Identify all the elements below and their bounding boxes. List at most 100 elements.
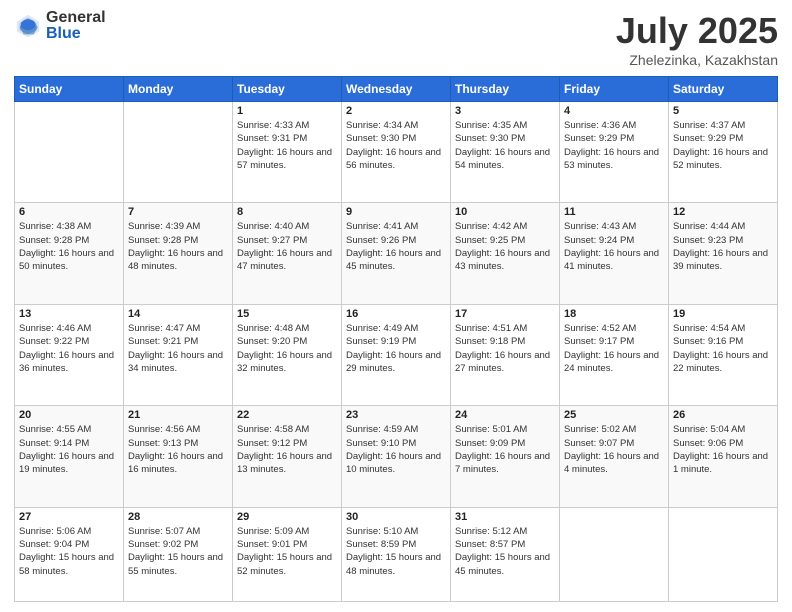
calendar-cell: 4 Sunrise: 4:36 AM Sunset: 9:29 PM Daylig… [560,102,669,203]
day-info: Sunrise: 5:10 AM Sunset: 8:59 PM Dayligh… [346,525,446,578]
calendar-cell [15,102,124,203]
day-number: 28 [128,511,228,523]
calendar-cell [669,507,778,601]
day-number: 27 [19,511,119,523]
day-info: Sunrise: 4:41 AM Sunset: 9:26 PM Dayligh… [346,220,446,273]
day-number: 21 [128,409,228,421]
calendar-cell: 14Sunrise: 4:47 AM Sunset: 9:21 PM Dayli… [124,304,233,405]
week-row-5: 27 Sunrise: 5:06 AM Sunset: 9:04 PM Dayli… [15,507,778,601]
day-number: 7 [128,206,228,218]
calendar-cell [124,102,233,203]
day-number: 5 [673,105,773,117]
calendar-cell: 2 Sunrise: 4:34 AM Sunset: 9:30 PM Daylig… [342,102,451,203]
day-info: Sunrise: 4:37 AM Sunset: 9:29 PM Dayligh… [673,119,773,172]
week-row-3: 13Sunrise: 4:46 AM Sunset: 9:22 PM Dayli… [15,304,778,405]
week-row-2: 6Sunrise: 4:38 AM Sunset: 9:28 PM Daylig… [15,203,778,304]
day-number: 25 [564,409,664,421]
calendar-cell: 30 Sunrise: 5:10 AM Sunset: 8:59 PM Dayli… [342,507,451,601]
calendar-cell: 16Sunrise: 4:49 AM Sunset: 9:19 PM Dayli… [342,304,451,405]
day-number: 3 [455,105,555,117]
day-number: 13 [19,308,119,320]
day-number: 24 [455,409,555,421]
day-number: 2 [346,105,446,117]
day-number: 8 [237,206,337,218]
calendar-cell: 31 Sunrise: 5:12 AM Sunset: 8:57 PM Dayli… [451,507,560,601]
day-number: 26 [673,409,773,421]
day-info: Sunrise: 4:56 AM Sunset: 9:13 PM Dayligh… [128,423,228,476]
day-info: Sunrise: 4:43 AM Sunset: 9:24 PM Dayligh… [564,220,664,273]
day-info: Sunrise: 5:06 AM Sunset: 9:04 PM Dayligh… [19,525,119,578]
column-header-sunday: Sunday [15,77,124,102]
column-header-wednesday: Wednesday [342,77,451,102]
day-info: Sunrise: 4:33 AM Sunset: 9:31 PM Dayligh… [237,119,337,172]
calendar-cell: 17Sunrise: 4:51 AM Sunset: 9:18 PM Dayli… [451,304,560,405]
day-number: 30 [346,511,446,523]
day-number: 31 [455,511,555,523]
day-number: 19 [673,308,773,320]
day-info: Sunrise: 4:47 AM Sunset: 9:21 PM Dayligh… [128,322,228,375]
day-number: 4 [564,105,664,117]
calendar-cell: 6Sunrise: 4:38 AM Sunset: 9:28 PM Daylig… [15,203,124,304]
column-header-friday: Friday [560,77,669,102]
calendar-cell: 8Sunrise: 4:40 AM Sunset: 9:27 PM Daylig… [233,203,342,304]
calendar-cell [560,507,669,601]
logo-text: General Blue [46,10,106,42]
calendar-cell: 29 Sunrise: 5:09 AM Sunset: 9:01 PM Dayli… [233,507,342,601]
day-info: Sunrise: 4:59 AM Sunset: 9:10 PM Dayligh… [346,423,446,476]
day-number: 11 [564,206,664,218]
day-info: Sunrise: 4:34 AM Sunset: 9:30 PM Dayligh… [346,119,446,172]
day-number: 10 [455,206,555,218]
day-info: Sunrise: 5:04 AM Sunset: 9:06 PM Dayligh… [673,423,773,476]
calendar-cell: 24 Sunrise: 5:01 AM Sunset: 9:09 PM Dayli… [451,406,560,507]
week-row-4: 20 Sunrise: 4:55 AM Sunset: 9:14 PM Dayli… [15,406,778,507]
day-number: 18 [564,308,664,320]
calendar-cell: 3 Sunrise: 4:35 AM Sunset: 9:30 PM Daylig… [451,102,560,203]
day-info: Sunrise: 4:44 AM Sunset: 9:23 PM Dayligh… [673,220,773,273]
logo-blue-text: Blue [46,26,106,42]
logo-general-text: General [46,10,106,26]
calendar-cell: 9 Sunrise: 4:41 AM Sunset: 9:26 PM Daylig… [342,203,451,304]
day-info: Sunrise: 4:36 AM Sunset: 9:29 PM Dayligh… [564,119,664,172]
logo-icon [14,12,42,40]
day-info: Sunrise: 4:52 AM Sunset: 9:17 PM Dayligh… [564,322,664,375]
calendar-cell: 25Sunrise: 5:02 AM Sunset: 9:07 PM Dayli… [560,406,669,507]
calendar-cell: 10 Sunrise: 4:42 AM Sunset: 9:25 PM Dayli… [451,203,560,304]
calendar-cell: 22 Sunrise: 4:58 AM Sunset: 9:12 PM Dayli… [233,406,342,507]
day-info: Sunrise: 5:07 AM Sunset: 9:02 PM Dayligh… [128,525,228,578]
calendar-cell: 5 Sunrise: 4:37 AM Sunset: 9:29 PM Daylig… [669,102,778,203]
column-header-saturday: Saturday [669,77,778,102]
day-info: Sunrise: 4:58 AM Sunset: 9:12 PM Dayligh… [237,423,337,476]
day-info: Sunrise: 4:55 AM Sunset: 9:14 PM Dayligh… [19,423,119,476]
day-info: Sunrise: 5:09 AM Sunset: 9:01 PM Dayligh… [237,525,337,578]
day-number: 9 [346,206,446,218]
day-info: Sunrise: 4:49 AM Sunset: 9:19 PM Dayligh… [346,322,446,375]
calendar-cell: 21 Sunrise: 4:56 AM Sunset: 9:13 PM Dayli… [124,406,233,507]
calendar-cell: 19Sunrise: 4:54 AM Sunset: 9:16 PM Dayli… [669,304,778,405]
day-info: Sunrise: 4:48 AM Sunset: 9:20 PM Dayligh… [237,322,337,375]
day-number: 6 [19,206,119,218]
header: General Blue July 2025 Zhelezinka, Kazak… [14,10,778,68]
day-info: Sunrise: 5:12 AM Sunset: 8:57 PM Dayligh… [455,525,555,578]
calendar-cell: 18 Sunrise: 4:52 AM Sunset: 9:17 PM Dayli… [560,304,669,405]
page: General Blue July 2025 Zhelezinka, Kazak… [0,0,792,612]
calendar-cell: 20 Sunrise: 4:55 AM Sunset: 9:14 PM Dayli… [15,406,124,507]
column-header-thursday: Thursday [451,77,560,102]
day-info: Sunrise: 4:35 AM Sunset: 9:30 PM Dayligh… [455,119,555,172]
day-number: 29 [237,511,337,523]
calendar-cell: 15Sunrise: 4:48 AM Sunset: 9:20 PM Dayli… [233,304,342,405]
calendar-cell: 23Sunrise: 4:59 AM Sunset: 9:10 PM Dayli… [342,406,451,507]
week-row-1: 1 Sunrise: 4:33 AM Sunset: 9:31 PM Daylig… [15,102,778,203]
day-info: Sunrise: 5:01 AM Sunset: 9:09 PM Dayligh… [455,423,555,476]
day-number: 22 [237,409,337,421]
calendar-cell: 11 Sunrise: 4:43 AM Sunset: 9:24 PM Dayli… [560,203,669,304]
main-title: July 2025 [616,10,778,52]
day-number: 20 [19,409,119,421]
day-number: 1 [237,105,337,117]
calendar-cell: 7Sunrise: 4:39 AM Sunset: 9:28 PM Daylig… [124,203,233,304]
logo: General Blue [14,10,106,42]
calendar-cell: 12Sunrise: 4:44 AM Sunset: 9:23 PM Dayli… [669,203,778,304]
day-info: Sunrise: 4:42 AM Sunset: 9:25 PM Dayligh… [455,220,555,273]
title-section: July 2025 Zhelezinka, Kazakhstan [616,10,778,68]
calendar-cell: 27 Sunrise: 5:06 AM Sunset: 9:04 PM Dayli… [15,507,124,601]
column-header-monday: Monday [124,77,233,102]
